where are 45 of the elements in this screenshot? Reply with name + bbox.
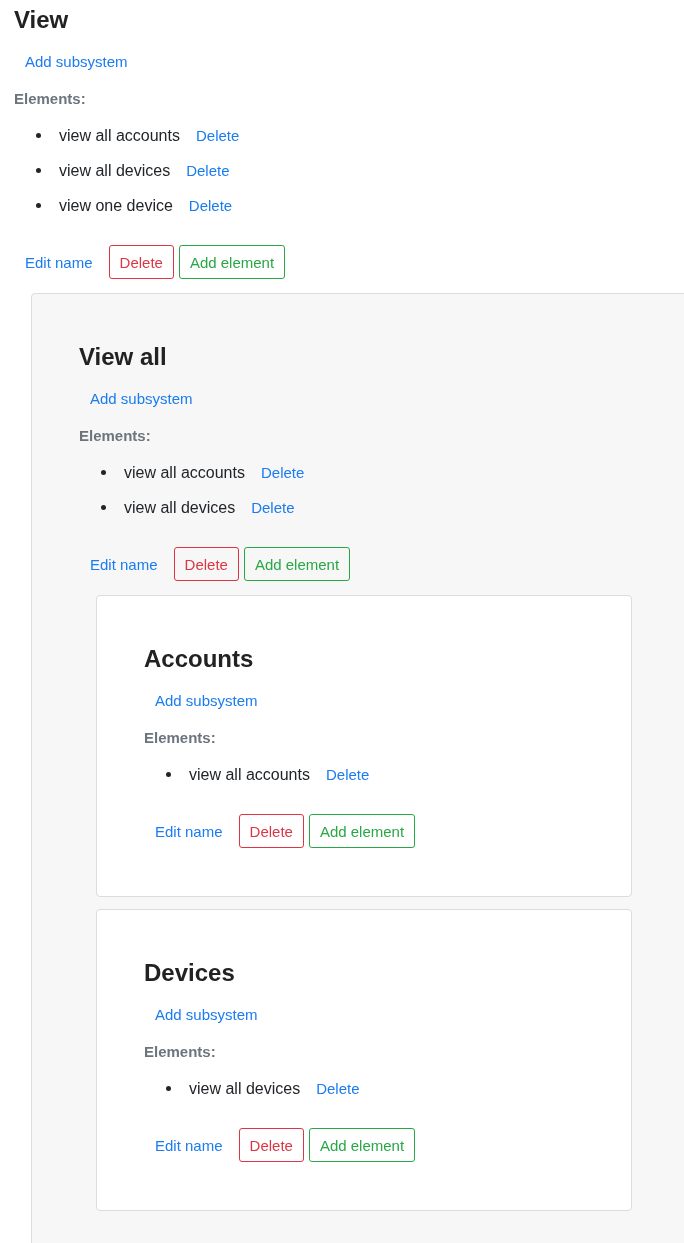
subsystem-title: View [14,5,70,35]
delete-link[interactable]: Delete [176,197,245,214]
element-name: view all devices [189,1079,301,1098]
element-name: view all accounts [189,765,310,784]
delete-button[interactable]: Delete [238,1128,304,1162]
element-name: view all devices [124,498,236,517]
element-name: view all devices [59,161,171,180]
delete-link[interactable]: Delete [239,499,307,516]
add-element-button[interactable]: Add element [178,245,286,279]
delete-link[interactable]: Delete [313,766,382,783]
subsystem-title: Devices [144,958,236,988]
subsystem-title: Accounts [144,644,255,674]
element-name: view one device [59,196,173,215]
add-element-button[interactable]: Add element [243,547,351,581]
elements-label: Elements: [79,426,152,446]
elements-label: Elements: [144,728,217,748]
delete-link[interactable]: Delete [174,162,242,179]
bullet-icon [101,505,106,510]
delete-link[interactable]: Delete [248,464,317,481]
edit-name-link[interactable]: Edit name [144,822,234,840]
delete-button[interactable]: Delete [173,547,239,581]
add-element-button[interactable]: Add element [308,1128,416,1162]
delete-link[interactable]: Delete [183,127,252,144]
delete-button[interactable]: Delete [238,814,304,848]
bullet-icon [101,470,106,475]
delete-button[interactable]: Delete [108,245,174,279]
add-subsystem-link[interactable]: Add subsystem [144,692,269,709]
edit-name-link[interactable]: Edit name [14,253,104,271]
element-name: view all accounts [59,126,180,145]
elements-label: Elements: [144,1042,217,1062]
elements-label: Elements: [14,89,87,109]
edit-name-link[interactable]: Edit name [144,1136,234,1154]
bullet-icon [36,133,41,138]
subsystem-title: View all [79,342,168,372]
add-subsystem-link[interactable]: Add subsystem [14,53,139,70]
add-subsystem-link[interactable]: Add subsystem [144,1006,269,1023]
add-element-button[interactable]: Add element [308,814,416,848]
delete-link[interactable]: Delete [304,1080,372,1097]
bullet-icon [36,168,41,173]
bullet-icon [36,203,41,208]
bullet-icon [166,772,171,777]
bullet-icon [166,1086,171,1091]
edit-name-link[interactable]: Edit name [79,555,169,573]
element-name: view all accounts [124,463,245,482]
add-subsystem-link[interactable]: Add subsystem [79,390,204,407]
